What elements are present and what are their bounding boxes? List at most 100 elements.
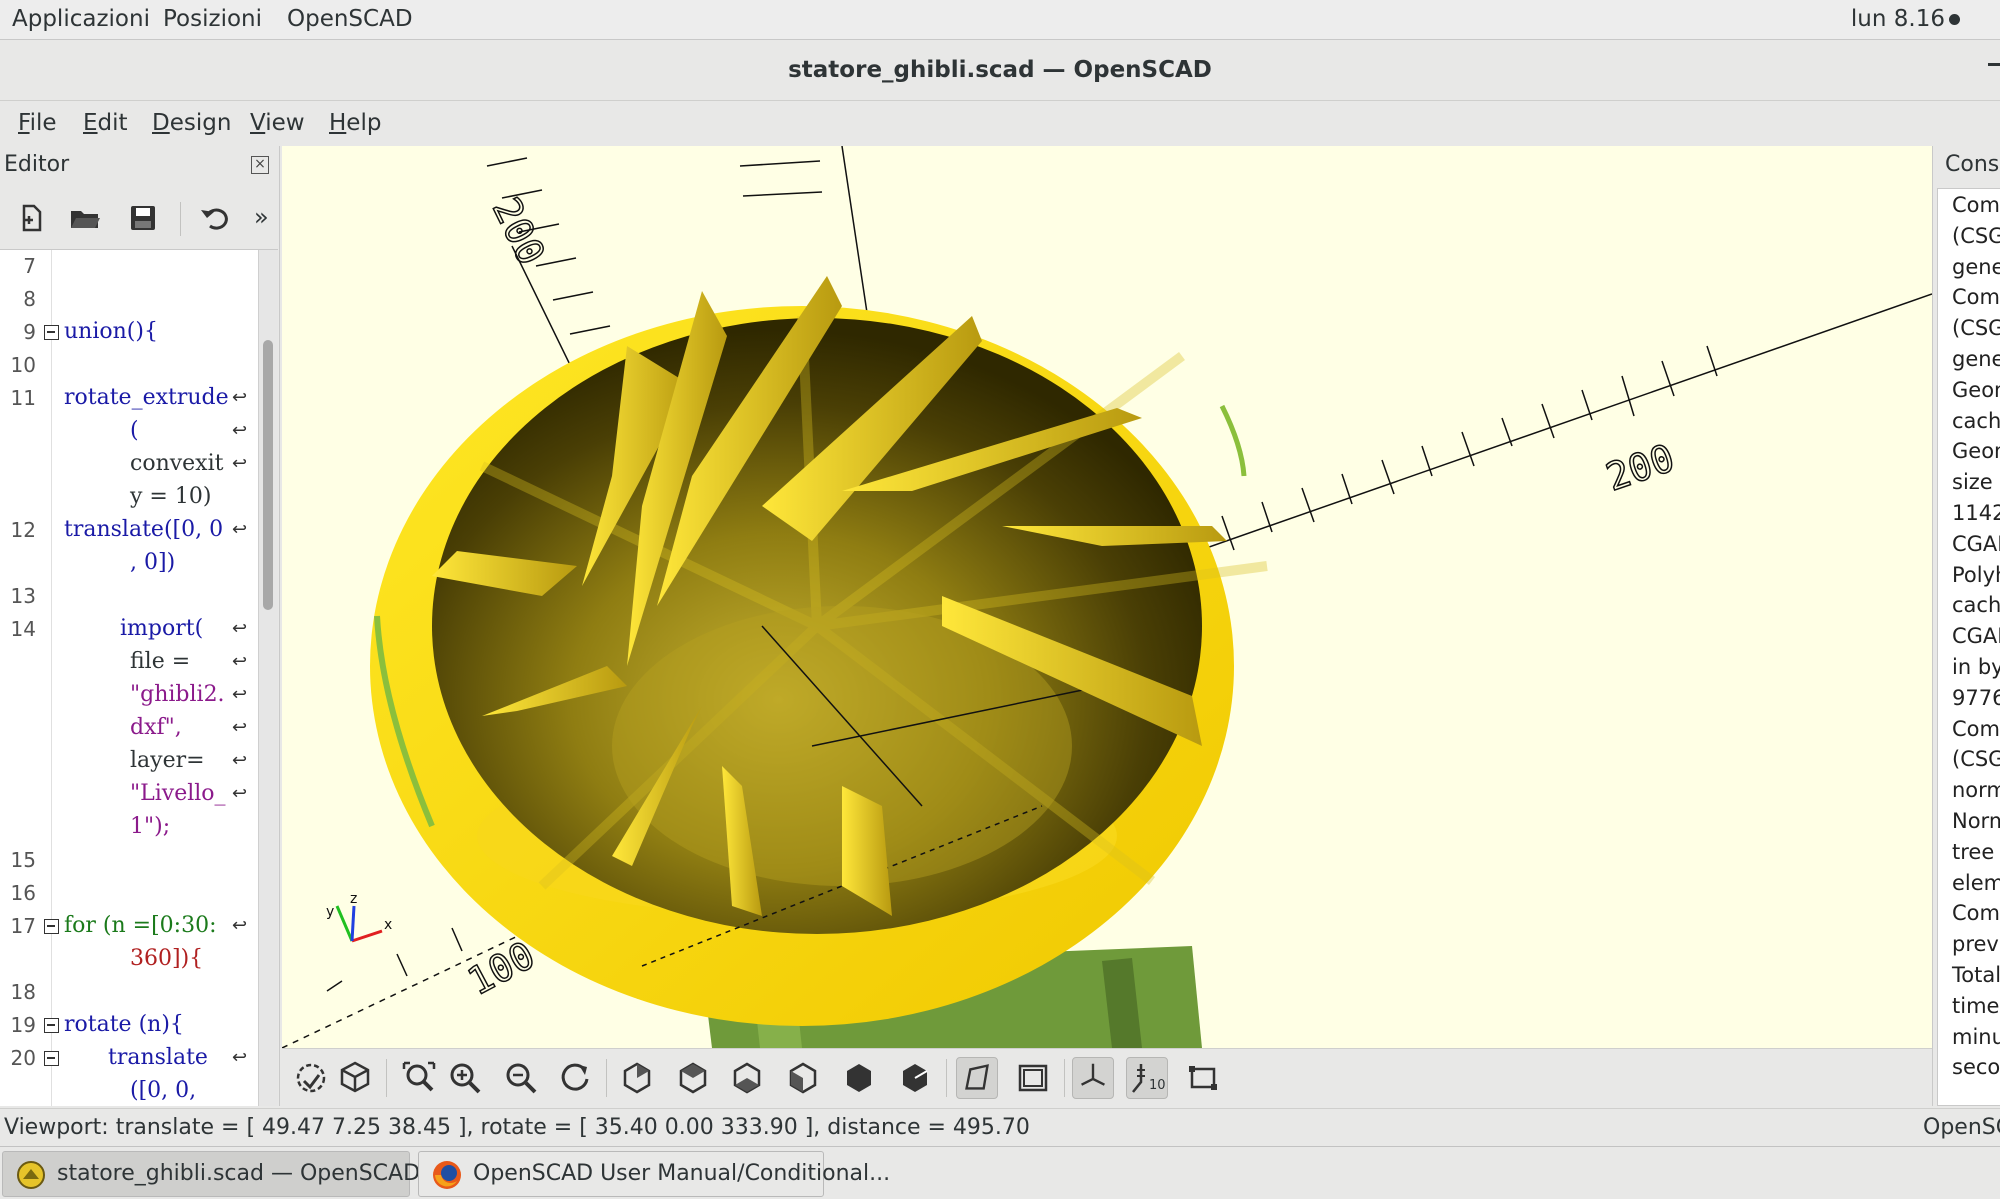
console-line: Geom <box>1952 439 2000 464</box>
console-line: Comp <box>1952 285 2000 310</box>
task-label: statore_ghibli.scad — OpenSCAD <box>57 1161 421 1186</box>
toolbar-separator <box>1064 1059 1065 1097</box>
task-firefox[interactable]: OpenSCAD User Manual/Conditional... <box>418 1151 890 1197</box>
axis-label: 200 <box>1601 436 1680 500</box>
model-bowl <box>370 276 1268 1026</box>
code-lines[interactable]: 7 8 9 union(){ 10 11 rotate_extrude ↩ (↩ co… <box>0 250 258 1106</box>
menu-help[interactable]: Help <box>329 110 381 136</box>
console-line: 9776 <box>1952 685 2000 710</box>
menu-design[interactable]: Design <box>152 110 231 136</box>
editor-scrollbar[interactable] <box>258 250 278 1106</box>
console-line: elem <box>1952 870 2000 895</box>
open-file-icon[interactable] <box>68 202 102 234</box>
wrap-arrow-icon: ↩ <box>232 717 248 738</box>
task-label: OpenSCAD User Manual/Conditional... <box>473 1161 891 1186</box>
zoom-in-icon[interactable] <box>444 1057 486 1099</box>
firefox-icon <box>433 1161 461 1189</box>
openscad-icon <box>17 1161 45 1189</box>
zoom-out-icon[interactable] <box>500 1057 542 1099</box>
wrap-arrow-icon: ↩ <box>232 915 248 936</box>
undo-icon[interactable] <box>198 202 232 234</box>
console-line: Comp <box>1952 716 2000 741</box>
menu-view[interactable]: View <box>250 110 305 136</box>
wrap-arrow-icon: ↩ <box>232 618 248 639</box>
console-line: (CSG <box>1952 747 2000 772</box>
console-title: Console <box>1945 152 2000 177</box>
gizmo-x-label: x <box>384 917 392 933</box>
editor-title: Editor <box>4 152 70 177</box>
notification-dot-icon <box>1949 14 1960 25</box>
menu-file[interactable]: File <box>18 110 57 136</box>
new-file-icon[interactable] <box>14 202 48 234</box>
reset-view-icon[interactable] <box>554 1057 596 1099</box>
code-line: 1"); <box>130 814 171 839</box>
console-line: gene <box>1952 254 2000 279</box>
code-line: 9 union(){ <box>23 319 158 344</box>
code-line: 17 for (n =[0:30: ↩ <box>0 910 258 942</box>
fold-toggle-icon[interactable] <box>44 325 59 340</box>
show-scale-markers-icon[interactable]: 10 <box>1126 1057 1168 1099</box>
fold-toggle-icon[interactable] <box>44 919 59 934</box>
gizmo-z-label: z <box>350 891 357 907</box>
preview-icon[interactable] <box>290 1057 332 1099</box>
view-left-icon[interactable] <box>782 1057 824 1099</box>
wrap-arrow-icon: ↩ <box>232 750 248 771</box>
code-line: 12 translate([0, 0 ↩ <box>0 514 258 546</box>
toolbar-separator <box>946 1059 947 1097</box>
render-icon[interactable] <box>334 1057 376 1099</box>
console-line: size i <box>1952 470 2000 495</box>
viewport-status: Viewport: translate = [ 49.47 7.25 38.45… <box>4 1115 1030 1140</box>
wrap-arrow-icon: ↩ <box>232 387 248 408</box>
fold-toggle-icon[interactable] <box>44 1051 59 1066</box>
scrollbar-thumb[interactable] <box>263 340 273 610</box>
places-menu[interactable]: Posizioni <box>163 6 262 32</box>
wrap-arrow-icon: ↩ <box>232 1047 248 1068</box>
view-front-icon[interactable] <box>838 1057 880 1099</box>
console-output[interactable]: Comp (CSG gene Comp (CSG gene Geom cache Geom siz… <box>1937 188 2000 1106</box>
gizmo-y-label: y <box>326 904 334 920</box>
view-top-icon[interactable] <box>672 1057 714 1099</box>
wrap-arrow-icon: ↩ <box>232 684 248 705</box>
code-line: layer= ↩ <box>0 745 258 777</box>
view-all-icon[interactable] <box>398 1057 440 1099</box>
view-right-icon[interactable] <box>616 1057 658 1099</box>
scale-marker-label: 10 <box>1149 1078 1166 1093</box>
console-line: Polyh <box>1952 562 2000 587</box>
app-menu[interactable]: OpenSCAD <box>287 6 413 32</box>
save-icon[interactable] <box>126 202 160 234</box>
menu-edit[interactable]: Edit <box>83 110 128 136</box>
console-line: (CSG <box>1952 316 2000 341</box>
perspective-icon[interactable] <box>956 1057 998 1099</box>
toolbar-separator <box>180 202 181 236</box>
editor-panel: Editor × » 7 8 9 union(){ 10 11 rotate_ext… <box>0 146 280 1106</box>
code-line: "Livello_ ↩ <box>0 778 258 810</box>
fold-toggle-icon[interactable] <box>44 1018 59 1033</box>
view-bottom-icon[interactable] <box>726 1057 768 1099</box>
orthogonal-icon[interactable] <box>1012 1057 1054 1099</box>
clock[interactable]: lun 8.16 <box>1851 6 1945 32</box>
console-line: norm <box>1952 778 2000 803</box>
wrap-arrow-icon: ↩ <box>232 783 248 804</box>
show-axes-icon[interactable] <box>1072 1057 1114 1099</box>
console-line: cache <box>1952 593 2000 618</box>
minimize-icon[interactable] <box>1988 63 2000 66</box>
console-line: secor <box>1952 1055 2000 1080</box>
console-line: Total <box>1952 963 2000 987</box>
more-chevron-icon[interactable]: » <box>254 203 269 231</box>
axis-label: 200 <box>484 191 554 272</box>
applications-menu[interactable]: Applicazioni <box>12 6 150 32</box>
window-title: statore_ghibli.scad — OpenSCAD <box>788 57 1212 83</box>
code-line: y = 10) <box>130 484 212 509</box>
view-back-icon[interactable] <box>894 1057 936 1099</box>
3d-viewport[interactable]: 200 100 200 100 100 <box>282 146 1932 1048</box>
code-line: file = ↩ <box>0 646 258 678</box>
window-title-bar[interactable]: statore_ghibli.scad — OpenSCAD <box>0 41 2000 101</box>
console-line: CGAL <box>1952 531 2000 556</box>
status-version: OpenSCAD <box>1923 1115 2000 1140</box>
console-line: CGAL <box>1952 624 2000 649</box>
close-panel-icon[interactable]: × <box>251 156 269 174</box>
task-openscad[interactable]: statore_ghibli.scad — OpenSCAD <box>2 1151 420 1197</box>
code-editor[interactable]: 7 8 9 union(){ 10 11 rotate_extrude ↩ (↩ co… <box>0 249 278 1106</box>
code-line: 360]){ <box>130 946 204 971</box>
show-edges-icon[interactable] <box>1182 1057 1224 1099</box>
